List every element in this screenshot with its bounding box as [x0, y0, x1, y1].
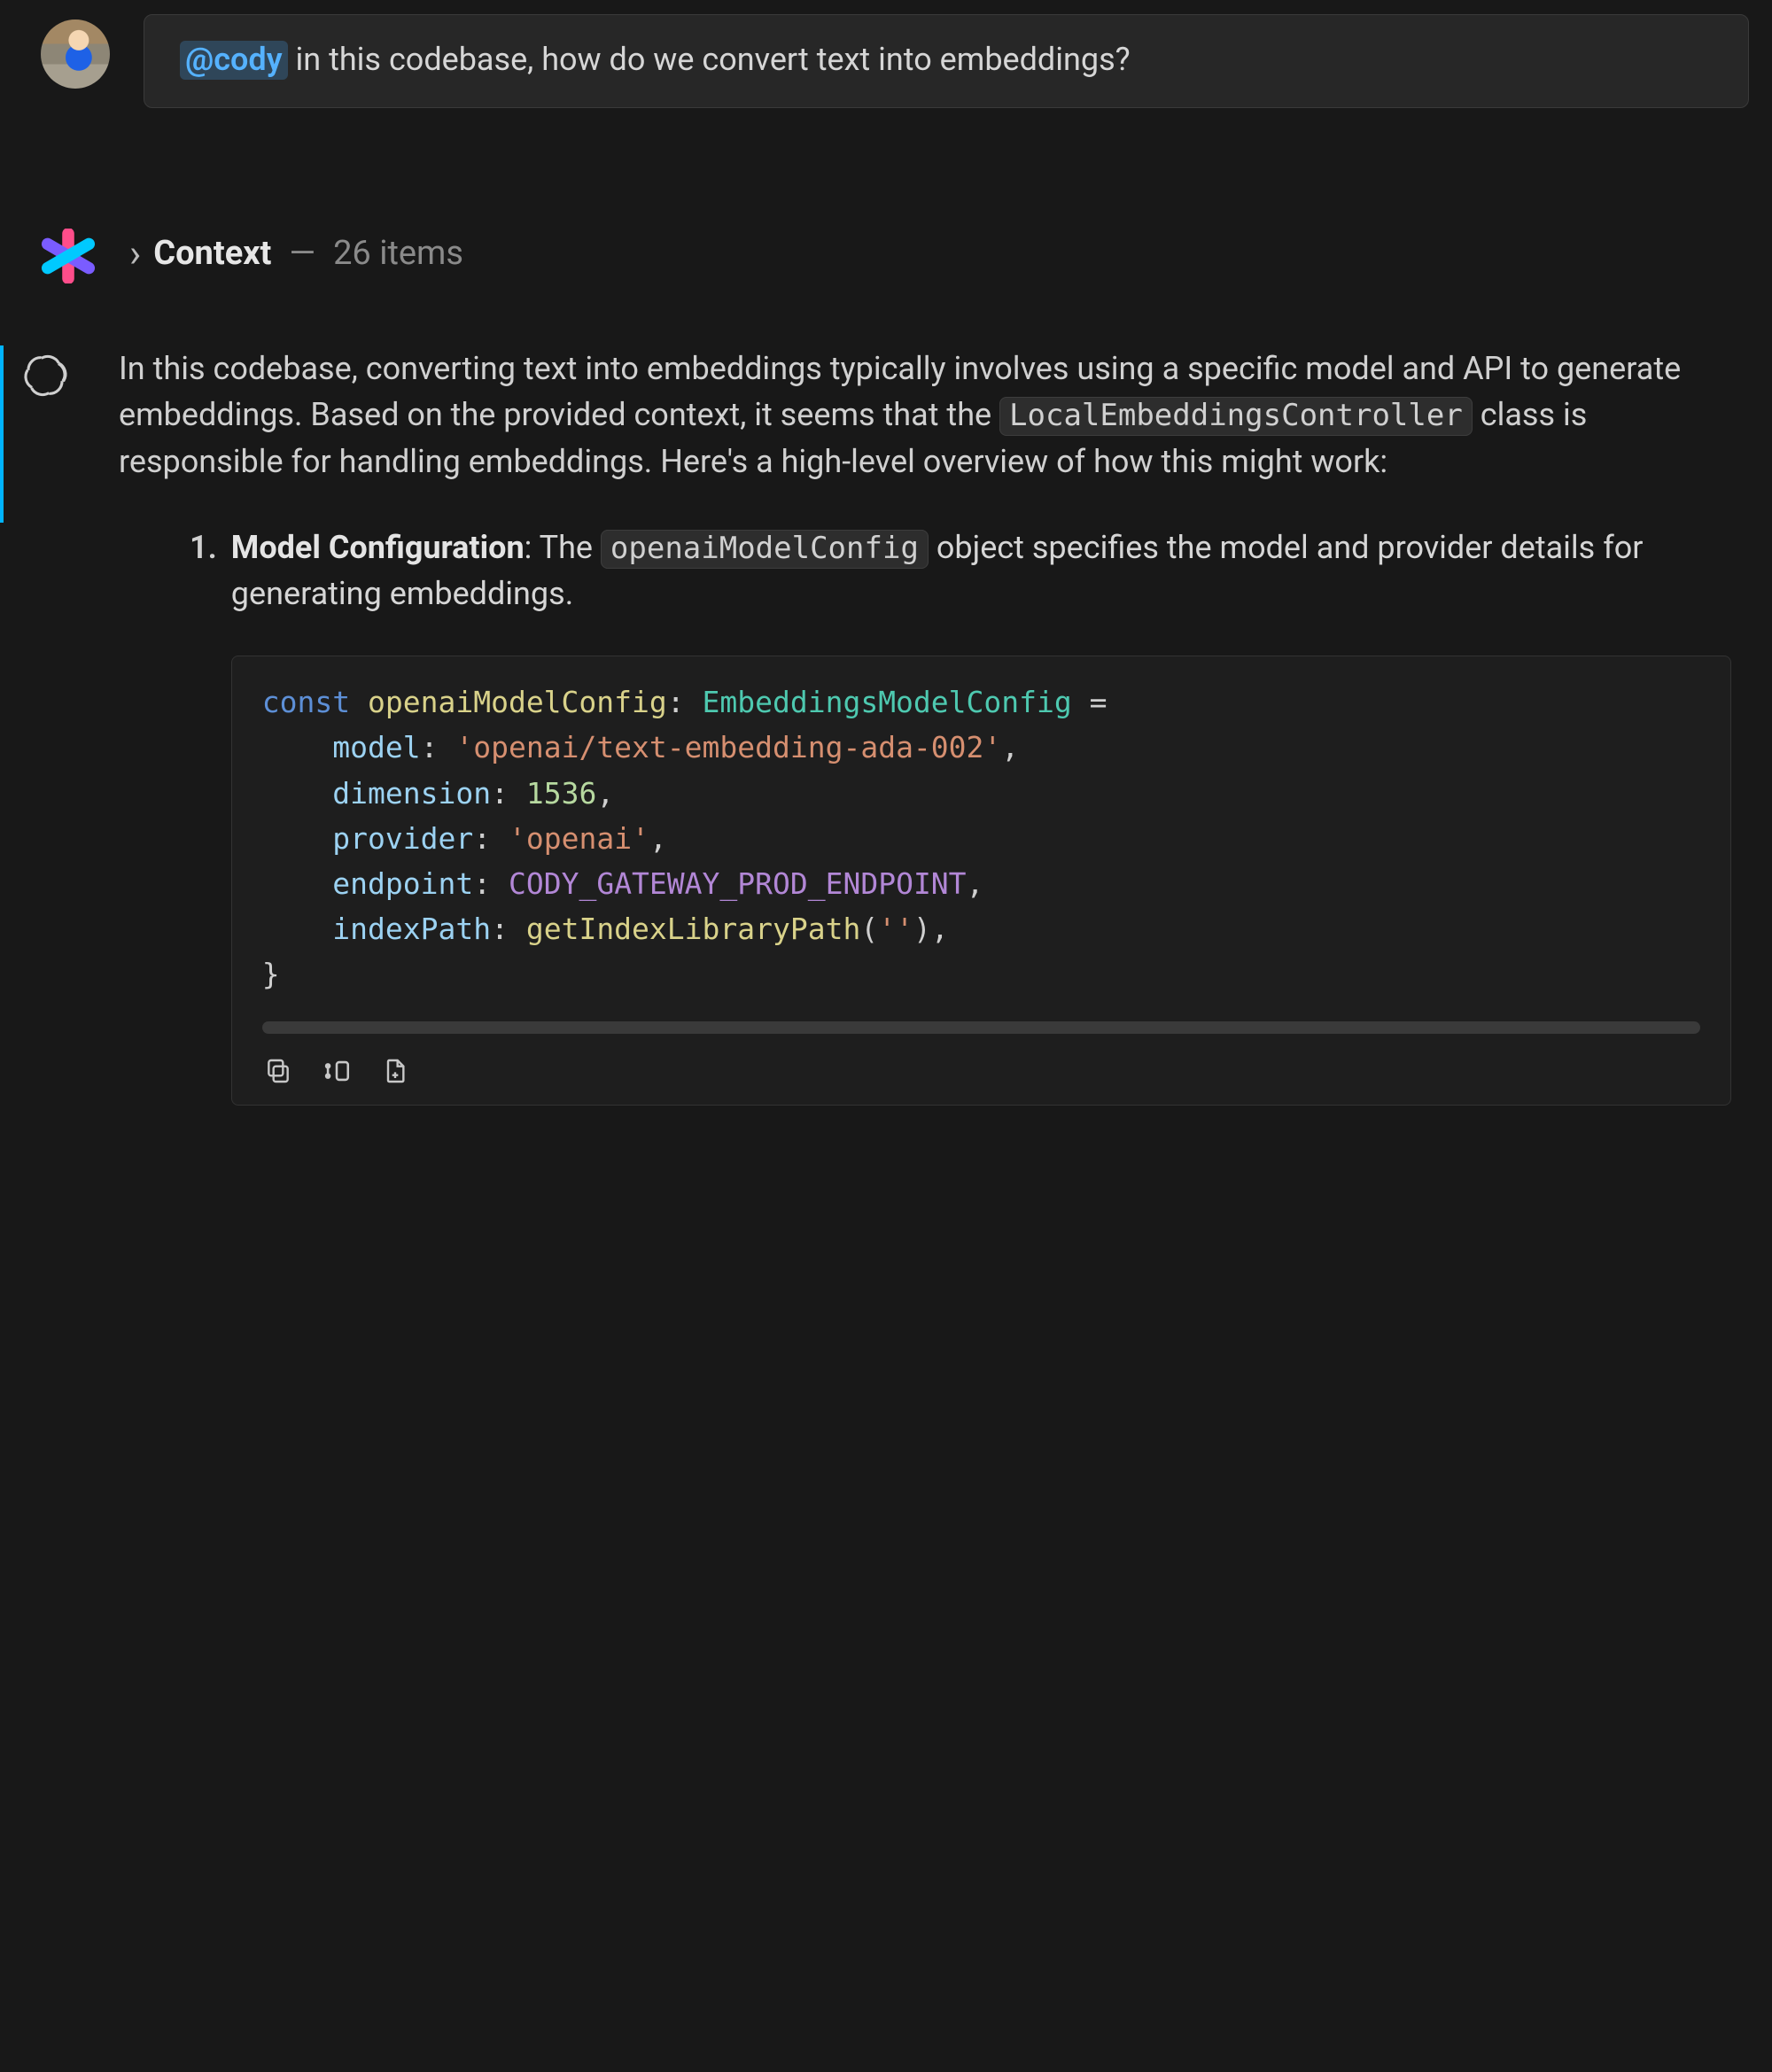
context-label: Context [153, 229, 271, 278]
list-number: 1. [190, 524, 217, 1106]
list-item: 1. Model Configuration: The openaiModelC… [190, 524, 1731, 1106]
new-file-icon[interactable] [379, 1055, 411, 1087]
inline-code-localembeddings: LocalEmbeddingsController [999, 397, 1473, 436]
assistant-answer-body: In this codebase, converting text into e… [119, 345, 1749, 1106]
code-scroll[interactable]: const openaiModelConfig: EmbeddingsModel… [232, 656, 1730, 1007]
code-toolbar [232, 1043, 1730, 1090]
chevron-right-icon: › [129, 234, 141, 273]
code-block: const openaiModelConfig: EmbeddingsModel… [231, 656, 1731, 1106]
list-item-title: Model Configuration [231, 529, 525, 566]
user-avatar [41, 19, 110, 89]
user-question-text: in this codebase, how do we convert text… [288, 41, 1131, 78]
answer-paragraph-1: In this codebase, converting text into e… [119, 345, 1731, 485]
copy-icon[interactable] [262, 1055, 294, 1087]
answer-ordered-list: 1. Model Configuration: The openaiModelC… [190, 524, 1731, 1106]
openai-logo-icon [20, 351, 70, 400]
accent-bar [0, 345, 4, 523]
user-message-bubble: @cody in this codebase, how do we conver… [144, 14, 1749, 108]
user-message-row: @cody in this codebase, how do we conver… [5, 14, 1749, 108]
separator-dash: — [289, 229, 315, 278]
list-item-text: : The [525, 529, 601, 566]
context-count: 26 items [333, 229, 463, 278]
code-content: const openaiModelConfig: EmbeddingsModel… [262, 679, 1700, 997]
cody-logo-icon [41, 229, 96, 283]
insert-at-cursor-icon[interactable] [321, 1055, 353, 1087]
mention-cody[interactable]: @cody [180, 41, 288, 80]
context-row: › Context — 26 items [5, 223, 1749, 283]
horizontal-scrollbar[interactable] [262, 1021, 1700, 1034]
context-toggle[interactable]: › Context — 26 items [129, 229, 463, 278]
inline-code-openaimodelconfig: openaiModelConfig [601, 530, 929, 569]
assistant-answer-row: In this codebase, converting text into e… [5, 345, 1749, 1106]
